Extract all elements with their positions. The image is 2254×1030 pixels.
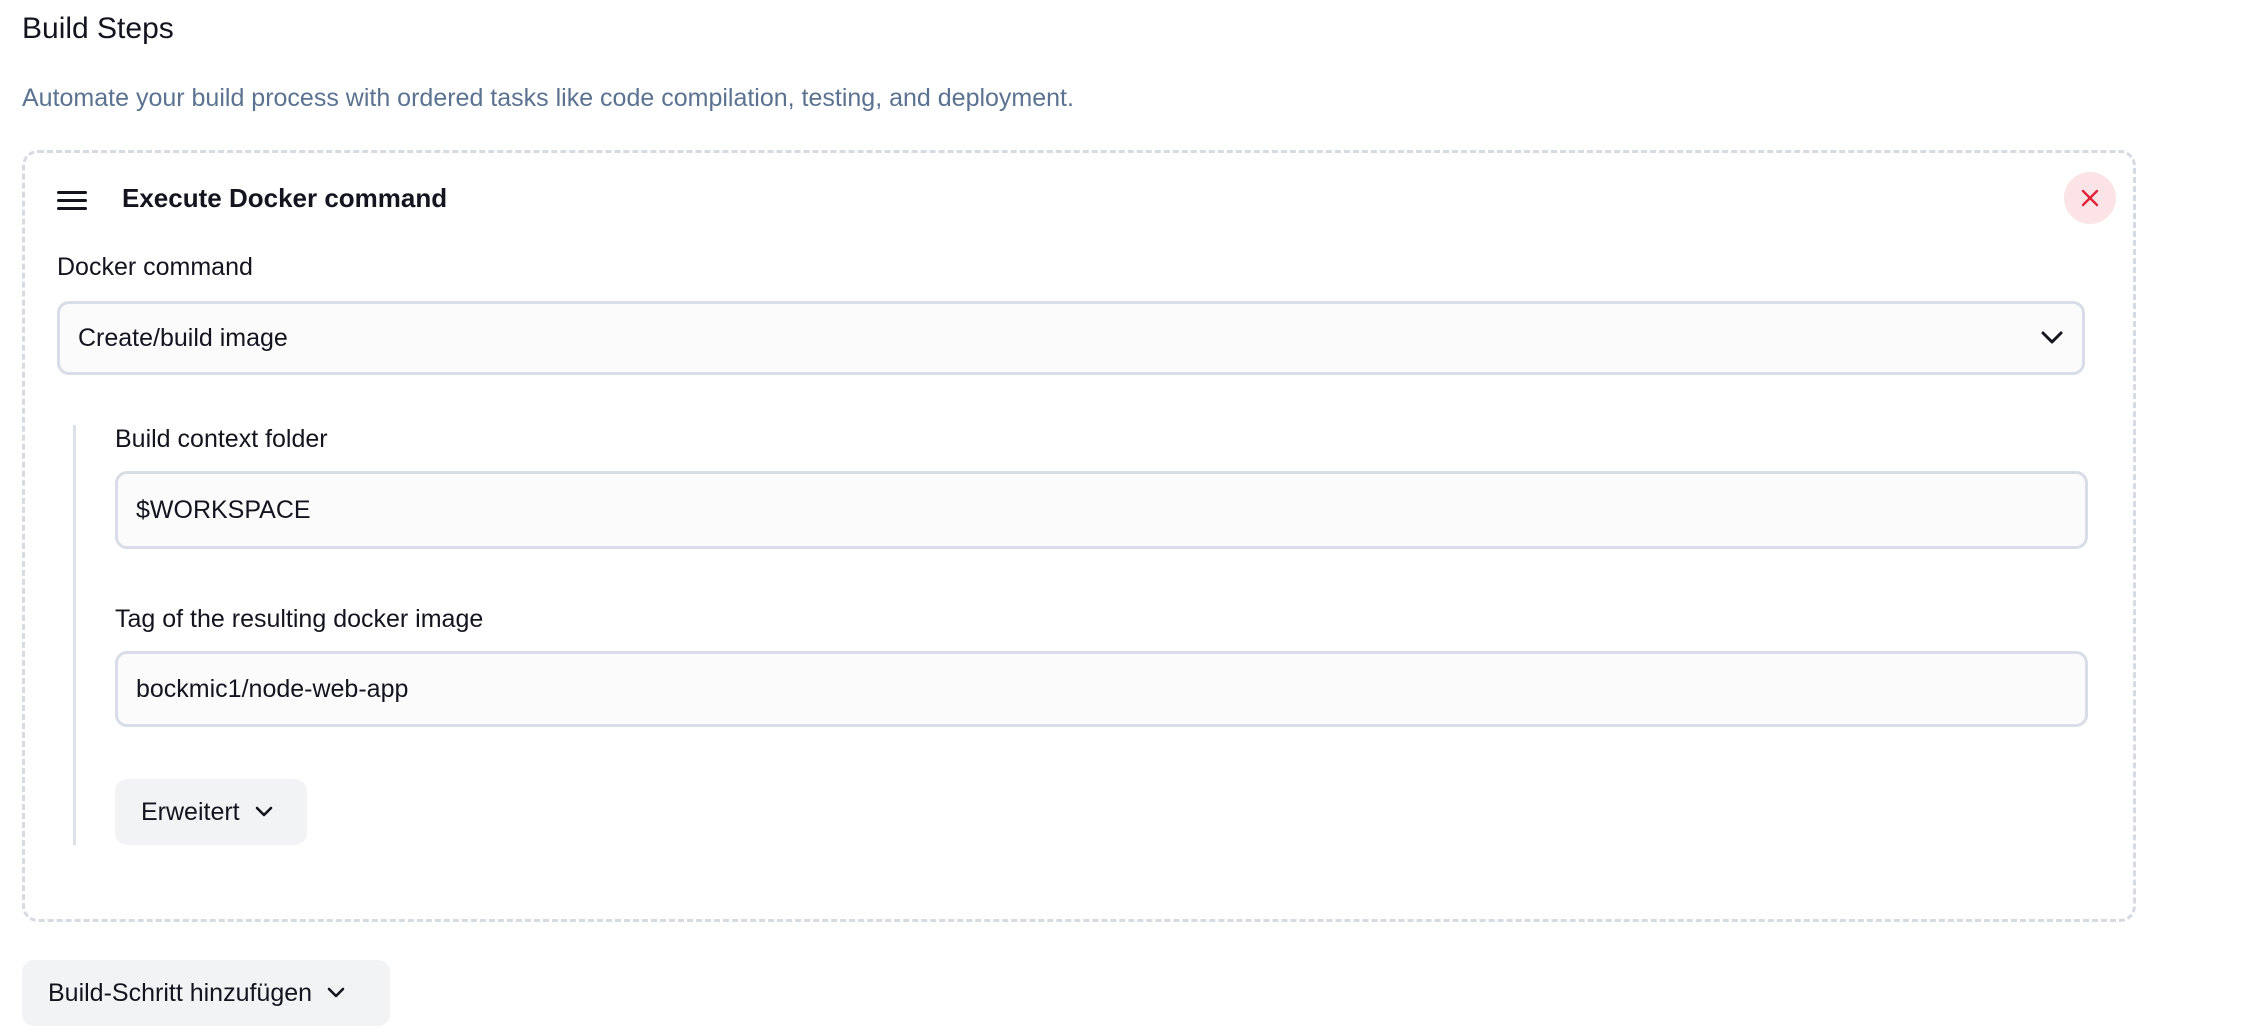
add-build-step-button[interactable]: Build-Schritt hinzufügen — [22, 960, 390, 1026]
image-tag-input[interactable]: bockmic1/node-web-app — [115, 651, 2088, 727]
build-step-card: Execute Docker command Docker command Cr… — [22, 150, 2136, 922]
build-context-input[interactable]: $WORKSPACE — [115, 471, 2088, 549]
create-image-options: Build context folder $WORKSPACE Tag of t… — [73, 425, 2088, 845]
close-icon — [2081, 189, 2099, 207]
drag-handle-icon[interactable] — [57, 191, 87, 211]
image-tag-value: bockmic1/node-web-app — [136, 674, 409, 703]
docker-command-label: Docker command — [57, 253, 253, 281]
docker-command-selected-value: Create/build image — [78, 323, 288, 352]
chevron-down-icon — [2041, 331, 2063, 344]
build-context-label: Build context folder — [115, 425, 328, 453]
step-title: Execute Docker command — [122, 183, 448, 213]
docker-command-select[interactable]: Create/build image — [57, 301, 2085, 375]
image-tag-label: Tag of the resulting docker image — [115, 605, 484, 633]
chevron-down-icon — [327, 987, 345, 998]
section-description: Automate your build process with ordered… — [22, 84, 1074, 112]
build-context-value: $WORKSPACE — [136, 495, 311, 524]
advanced-button[interactable]: Erweitert — [115, 779, 307, 845]
chevron-down-icon — [255, 806, 272, 817]
remove-step-button[interactable] — [2064, 172, 2116, 224]
build-steps-page: Build Steps Automate your build process … — [0, 0, 2254, 1030]
section-title: Build Steps — [22, 12, 174, 45]
advanced-button-label: Erweitert — [141, 797, 240, 826]
add-build-step-label: Build-Schritt hinzufügen — [48, 978, 313, 1007]
